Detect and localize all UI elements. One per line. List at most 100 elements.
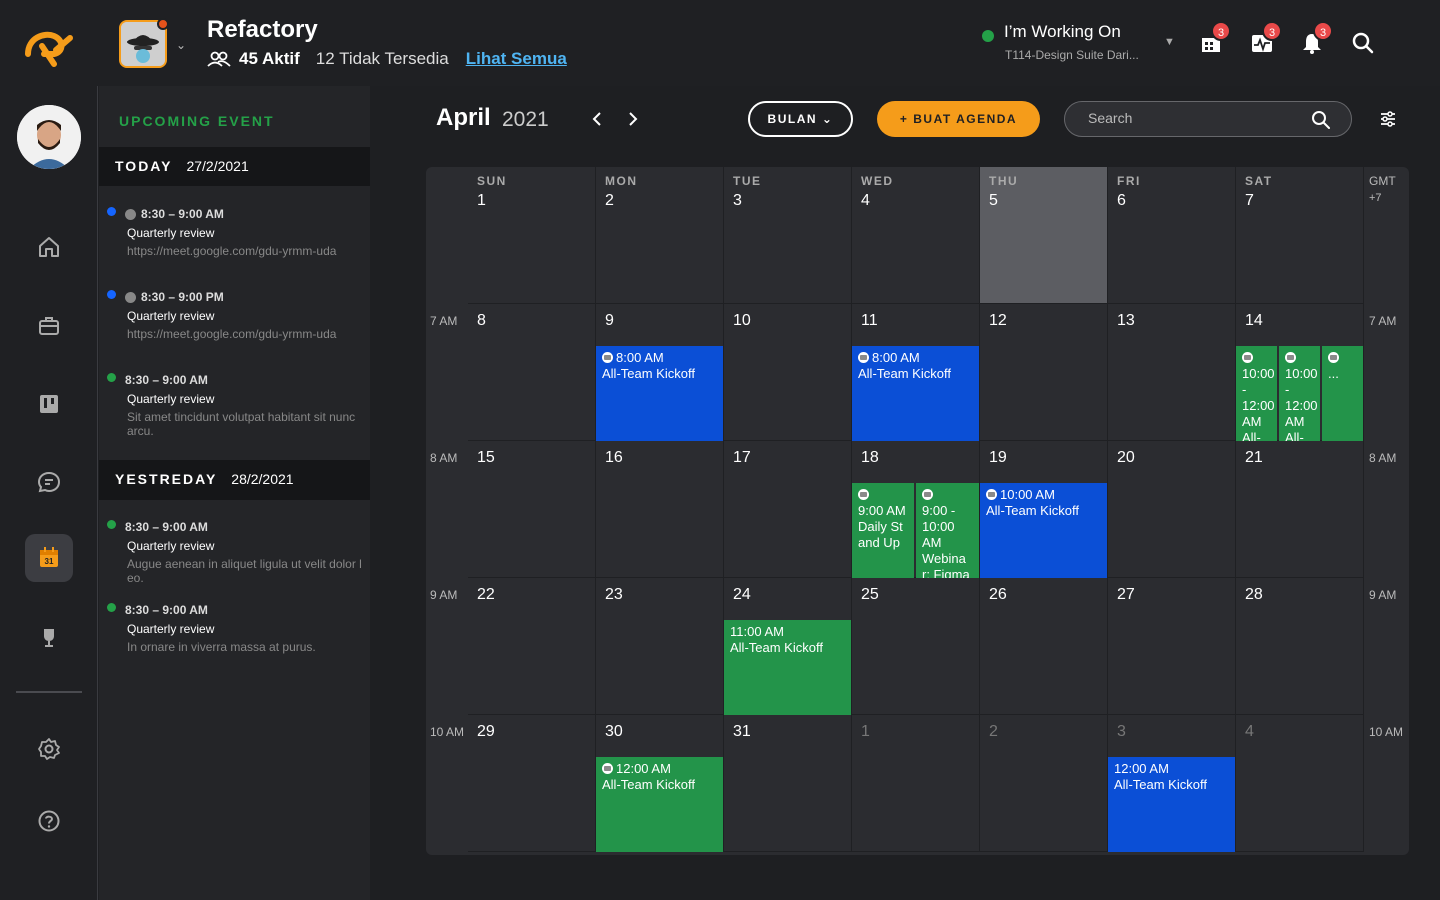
chevron-left-icon[interactable] bbox=[590, 111, 604, 127]
create-agenda-button[interactable]: + BUAT AGENDA bbox=[877, 101, 1040, 137]
day-number: 11 bbox=[861, 312, 878, 329]
event-link[interactable]: https://meet.google.com/gdu-yrmm-uda bbox=[127, 244, 362, 258]
calendar-day-cell[interactable]: 27 bbox=[1108, 578, 1236, 715]
calendar-event[interactable]: 9:00 AM Daily Stand Up bbox=[852, 483, 914, 578]
calendar-event[interactable]: 10:00 - 12:00 AMAll-T... bbox=[1236, 346, 1277, 441]
calendar-event[interactable]: 11:00 AM All-Team Kickoff bbox=[724, 620, 851, 715]
refactory-logo[interactable] bbox=[24, 28, 74, 68]
event-time: 10:00 - 12:00 AM bbox=[1242, 366, 1275, 429]
calendar-event[interactable]: 10:00 AM All-Team Kickoff bbox=[980, 483, 1107, 578]
search-icon[interactable] bbox=[1352, 32, 1374, 54]
calendar-grid: 7 AM 7 AM 8 AM 8 AM 9 AM 9 AM 10 AM 10 AM GMT +7 S… bbox=[426, 167, 1409, 855]
notification-badge: 3 bbox=[1262, 21, 1282, 41]
day-number: 19 bbox=[989, 449, 1007, 466]
calendar-event[interactable]: 10:00 - 12:00 AMAll-T... bbox=[1279, 346, 1320, 441]
calendar-event[interactable]: ... bbox=[1322, 346, 1363, 441]
calendar-day-cell[interactable]: 16 bbox=[596, 441, 724, 578]
see-all-link[interactable]: Lihat Semua bbox=[466, 49, 567, 69]
calendar-event[interactable]: 9:00 - 10:00 AM Webinar: Figma bbox=[916, 483, 979, 578]
calendar-day-cell[interactable]: 26 bbox=[980, 578, 1108, 715]
top-bar: ⌄ Refactory 45 Aktif 12 Tidak Tersedia L… bbox=[0, 0, 1440, 86]
day-number: 4 bbox=[861, 192, 870, 209]
calendar-day-cell[interactable]: 15 bbox=[468, 441, 596, 578]
event-time: 8:30 – 9:00 PM bbox=[141, 290, 224, 304]
chevron-down-icon[interactable]: ⌄ bbox=[176, 38, 186, 52]
calendar-day-cell[interactable]: 17 bbox=[724, 441, 852, 578]
view-select-button[interactable]: BULAN ⌄ bbox=[748, 101, 853, 137]
calendar-day-cell[interactable]: FRI 6 bbox=[1108, 167, 1236, 304]
calendar-day-cell[interactable]: 28 bbox=[1236, 578, 1364, 715]
calendar-day-cell[interactable]: SAT 7 bbox=[1236, 167, 1364, 304]
meet-icon bbox=[858, 489, 869, 500]
event-dot bbox=[107, 207, 116, 216]
event-time: 8:30 – 9:00 AM bbox=[125, 520, 208, 534]
calendar-day-cell[interactable]: 29 bbox=[468, 715, 596, 852]
calendar-day-cell[interactable]: 4 bbox=[1236, 715, 1364, 852]
calendar-event[interactable]: 8:00 AM All-Team Kickoff bbox=[596, 346, 723, 441]
yesterday-header: YESTREDAY 28/2/2021 bbox=[99, 460, 370, 500]
day-number: 6 bbox=[1117, 192, 1126, 209]
calendar-day-cell[interactable]: 31 bbox=[724, 715, 852, 852]
calendar-day-cell[interactable]: MON 2 bbox=[596, 167, 724, 304]
calendar-day-cell[interactable]: 25 bbox=[852, 578, 980, 715]
upcoming-events-panel: UPCOMING EVENT TODAY 27/2/2021 8:30 – 9:0… bbox=[99, 86, 370, 900]
gear-icon[interactable] bbox=[37, 737, 61, 761]
time-label: 10 AM bbox=[1369, 725, 1404, 739]
event-link[interactable]: https://meet.google.com/gdu-yrmm-uda bbox=[127, 327, 362, 341]
user-avatar[interactable] bbox=[17, 105, 81, 169]
search-icon[interactable] bbox=[1311, 110, 1331, 130]
board-icon[interactable] bbox=[37, 392, 61, 416]
meet-icon bbox=[1242, 352, 1253, 363]
calendar-day-cell[interactable]: 2 bbox=[980, 715, 1108, 852]
filter-icon[interactable] bbox=[1379, 110, 1397, 128]
calendar-icon[interactable]: 31 bbox=[37, 546, 61, 570]
calendar-day-cell[interactable]: 21 bbox=[1236, 441, 1364, 578]
event-item[interactable]: 8:30 – 9:00 PM Quarterly review https://… bbox=[107, 287, 362, 357]
chevron-right-icon[interactable] bbox=[626, 111, 640, 127]
calendar-event[interactable]: 12:00 AM All-Team Kickoff bbox=[596, 757, 723, 852]
chat-icon[interactable] bbox=[37, 470, 61, 494]
calendar-day-cell[interactable]: 20 bbox=[1108, 441, 1236, 578]
help-icon[interactable] bbox=[37, 809, 61, 833]
briefcase-icon[interactable] bbox=[37, 314, 61, 338]
event-title: All-Team Kickoff bbox=[602, 777, 695, 792]
meet-icon bbox=[986, 489, 997, 500]
event-item[interactable]: 8:30 – 9:00 AM Quarterly review In ornar… bbox=[107, 600, 362, 660]
calendar-event[interactable]: 8:00 AM All-Team Kickoff bbox=[852, 346, 979, 441]
calendar-event[interactable]: 12:00 AM All-Team Kickoff bbox=[1108, 757, 1235, 852]
calendar-day-cell[interactable]: 13 bbox=[1108, 304, 1236, 441]
event-title: Daily Stand Up bbox=[858, 519, 903, 550]
calendar-day-cell[interactable]: 8 bbox=[468, 304, 596, 441]
search-input[interactable] bbox=[1088, 110, 1308, 126]
event-time: 8:30 – 9:00 AM bbox=[125, 603, 208, 617]
calendar-day-cell[interactable]: 22 bbox=[468, 578, 596, 715]
calendar-day-cell[interactable]: 23 bbox=[596, 578, 724, 715]
calendar-day-cell[interactable]: THU 5 bbox=[980, 167, 1108, 304]
chevron-down-icon[interactable]: ▼ bbox=[1164, 36, 1175, 48]
home-icon[interactable] bbox=[37, 235, 61, 259]
event-time: 11:00 AM bbox=[730, 624, 784, 639]
meet-icon bbox=[125, 208, 136, 220]
nav-rail: 31 bbox=[0, 86, 98, 900]
event-title: Quarterly review bbox=[127, 392, 215, 406]
event-time: 12:00 AM bbox=[616, 761, 671, 776]
event-item[interactable]: 8:30 – 9:00 AM Quarterly review Augue ae… bbox=[107, 517, 362, 587]
event-item[interactable]: 8:30 – 9:00 AM Quarterly review Sit amet… bbox=[107, 370, 362, 440]
day-number: 9 bbox=[605, 312, 614, 329]
active-count: 45 Aktif bbox=[239, 49, 300, 68]
calendar-day-cell[interactable]: TUE 3 bbox=[724, 167, 852, 304]
time-label: 9 AM bbox=[430, 588, 458, 602]
event-item[interactable]: 8:30 – 9:00 AM Quarterly review https://… bbox=[107, 204, 362, 274]
day-number: 28 bbox=[1245, 586, 1263, 603]
day-number: 27 bbox=[1117, 586, 1135, 603]
calendar-day-cell[interactable]: 12 bbox=[980, 304, 1108, 441]
unavailable-count: 12 Tidak Tersedia bbox=[315, 49, 449, 68]
working-on-task: T114-Design Suite Dari... bbox=[1005, 48, 1139, 62]
calendar-day-cell[interactable]: WED 4 bbox=[852, 167, 980, 304]
trophy-icon[interactable] bbox=[37, 626, 61, 650]
calendar-day-cell[interactable]: SUN 1 bbox=[468, 167, 596, 304]
day-number: 1 bbox=[861, 723, 870, 740]
calendar-day-cell[interactable]: 10 bbox=[724, 304, 852, 441]
time-label: 7 AM bbox=[1369, 314, 1397, 328]
calendar-day-cell[interactable]: 1 bbox=[852, 715, 980, 852]
